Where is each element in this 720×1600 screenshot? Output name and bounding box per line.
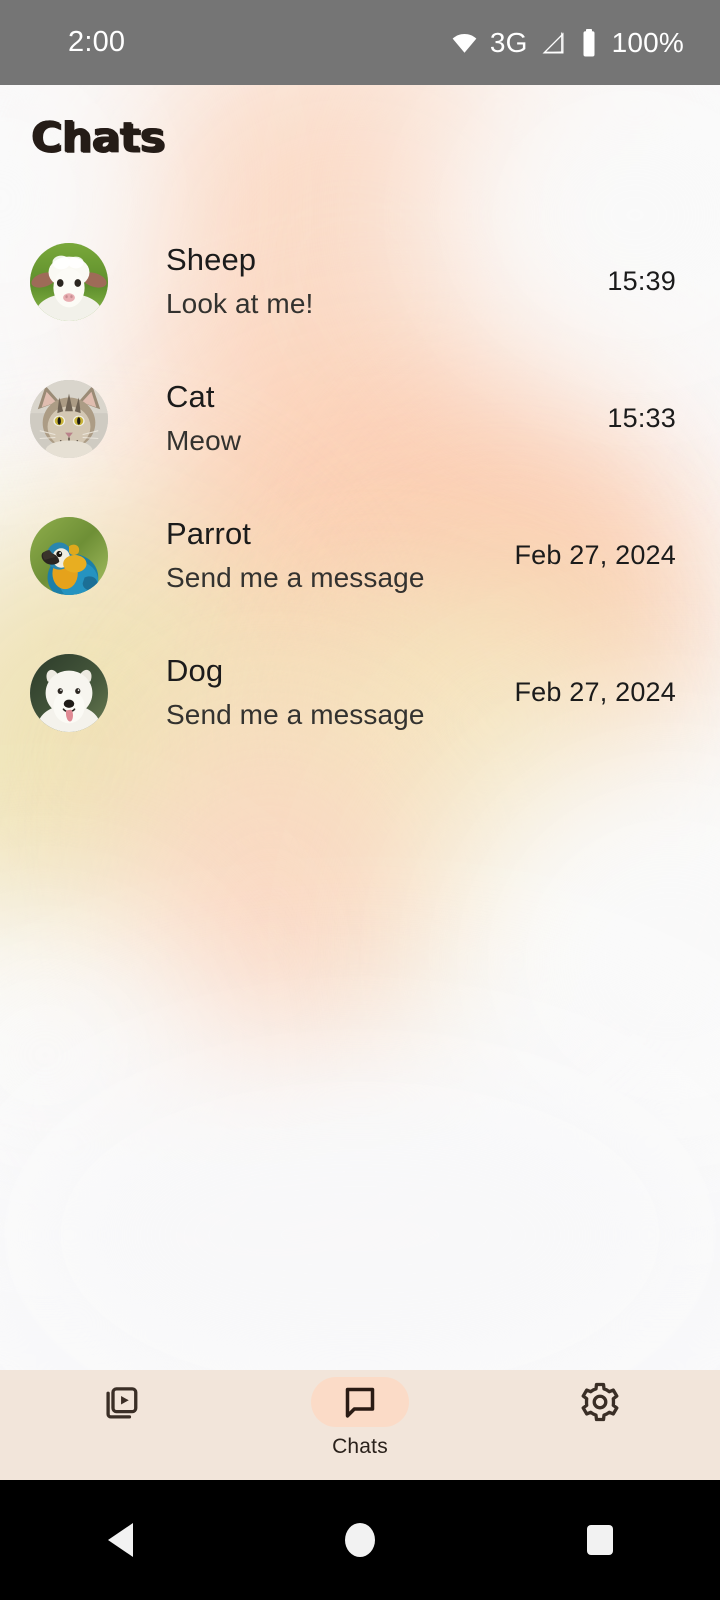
home-button[interactable] <box>300 1480 420 1600</box>
nav-pill-chats <box>311 1377 409 1427</box>
chat-timestamp: 15:39 <box>607 266 676 296</box>
status-bar-indicators: 3G 100% <box>450 27 684 59</box>
chat-timestamp: Feb 27, 2024 <box>514 677 676 707</box>
dog-avatar <box>30 653 108 732</box>
nav-tab-chats[interactable]: Chats <box>240 1370 480 1480</box>
nav-pill-media <box>71 1377 169 1427</box>
sheep-avatar <box>30 242 108 321</box>
nav-tab-settings[interactable] <box>480 1370 720 1480</box>
back-triangle-icon <box>107 1523 133 1557</box>
chat-bubble-icon <box>340 1382 380 1422</box>
chat-last-message: Look at me! <box>166 287 314 319</box>
chat-timestamp: Feb 27, 2024 <box>514 540 676 570</box>
video-library-icon <box>99 1381 141 1423</box>
chat-list-item-cat[interactable]: Cat Meow 15:33 <box>0 350 720 487</box>
chat-contact-name: Cat <box>166 378 215 414</box>
chat-last-message: Send me a message <box>166 561 425 593</box>
chat-timestamp: 15:33 <box>607 403 676 433</box>
gear-icon <box>579 1381 621 1423</box>
android-system-navigation <box>0 1480 720 1600</box>
chat-contact-name: Sheep <box>166 241 257 277</box>
chat-contact-name: Dog <box>166 652 224 688</box>
parrot-avatar <box>30 516 108 595</box>
status-bar: 2:00 3G 100% <box>0 0 720 85</box>
chat-contact-name: Parrot <box>166 515 252 551</box>
chat-list: Sheep Look at me! 15:39 Cat Meow 15:33 P… <box>0 213 720 761</box>
battery-percentage-label: 100% <box>611 26 684 58</box>
chat-list-item-parrot[interactable]: Parrot Send me a message Feb 27, 2024 <box>0 487 720 624</box>
status-bar-clock: 2:00 <box>68 26 126 58</box>
nav-tab-media[interactable] <box>0 1370 240 1480</box>
chat-text-block: Dog Send me a message <box>108 652 514 733</box>
nav-pill-settings <box>551 1377 649 1427</box>
chat-text-block: Sheep Look at me! <box>108 241 607 322</box>
network-type-label: 3G <box>489 26 528 58</box>
recents-square-icon <box>587 1525 613 1555</box>
nav-label-chats: Chats <box>332 1435 388 1458</box>
chat-last-message: Send me a message <box>166 698 425 730</box>
back-button[interactable] <box>60 1480 180 1600</box>
chat-list-item-dog[interactable]: Dog Send me a message Feb 27, 2024 <box>0 624 720 761</box>
wifi-icon <box>450 28 479 57</box>
bottom-navigation-bar: Chats <box>0 1370 720 1480</box>
home-circle-icon <box>345 1523 375 1557</box>
page-title: Chats <box>31 113 165 161</box>
cell-signal-icon <box>539 29 567 57</box>
chat-text-block: Cat Meow <box>108 378 607 459</box>
cat-avatar <box>30 379 108 458</box>
chat-text-block: Parrot Send me a message <box>108 515 514 596</box>
chat-list-item-sheep[interactable]: Sheep Look at me! 15:39 <box>0 213 720 350</box>
chat-last-message: Meow <box>166 424 242 456</box>
recents-button[interactable] <box>540 1480 660 1600</box>
battery-full-icon <box>578 28 600 58</box>
app-screen: 2:00 3G 100% Chats Sheep Look at me! 15:… <box>0 0 720 1600</box>
